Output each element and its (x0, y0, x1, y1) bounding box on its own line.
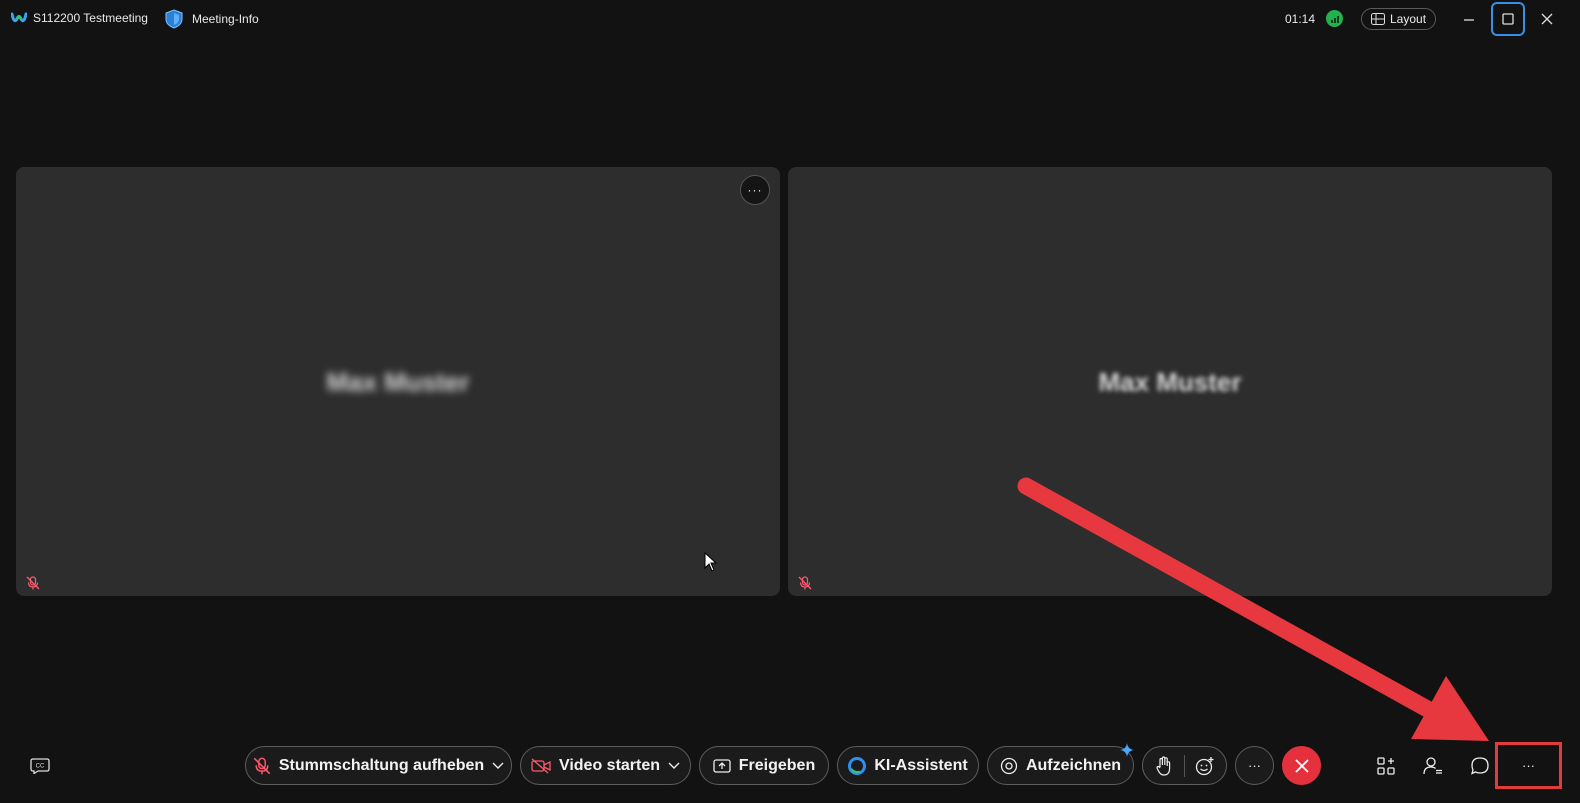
maximize-icon (1502, 13, 1514, 25)
more-icon: ··· (1522, 758, 1535, 773)
reactions-group (1142, 746, 1227, 785)
mic-off-icon (26, 576, 40, 590)
tile-more-button[interactable]: ··· (740, 175, 770, 205)
meeting-info-label: Meeting-Info (192, 12, 259, 26)
minimize-icon (1464, 19, 1474, 21)
ai-assistant-button[interactable]: KI-Assistent (837, 746, 979, 785)
participants-icon (1423, 757, 1442, 775)
apps-button[interactable] (1372, 752, 1400, 780)
mouse-cursor (704, 552, 718, 572)
chevron-down-icon[interactable] (668, 762, 680, 770)
meeting-info-button[interactable]: Meeting-Info (165, 9, 259, 29)
unmute-button[interactable]: Stummschaltung aufheben (245, 746, 512, 785)
ai-assistant-label: KI-Assistent (874, 756, 968, 774)
more-icon: ··· (747, 183, 763, 197)
svg-text:CC: CC (36, 764, 45, 770)
end-call-icon (1294, 758, 1309, 773)
meeting-timer: 01:14 (1285, 12, 1315, 26)
layout-label: Layout (1390, 12, 1427, 26)
participant-name: Max Muster (326, 367, 470, 397)
share-screen-icon (713, 758, 731, 773)
sparkle-icon (1120, 743, 1134, 757)
ai-assistant-icon (848, 756, 867, 775)
participant-name: Max Muster (1098, 367, 1242, 397)
reaction-icon (1196, 756, 1214, 775)
start-video-button[interactable]: Video starten (520, 746, 691, 785)
captions-button[interactable]: CC (26, 752, 54, 780)
apps-icon (1377, 757, 1395, 775)
raise-hand-icon (1155, 755, 1170, 776)
chat-button[interactable] (1466, 752, 1494, 780)
more-icon: ··· (1248, 758, 1261, 773)
share-label: Freigeben (738, 756, 816, 774)
close-window-button[interactable] (1534, 6, 1560, 32)
reactions-button[interactable] (1185, 756, 1226, 776)
elapsed-time: 01:14 (1285, 12, 1316, 26)
participant-tile[interactable]: Max Muster (788, 167, 1552, 596)
close-icon (1541, 13, 1553, 25)
meeting-title: S112200 Testmeeting (33, 11, 148, 25)
end-call-button[interactable] (1282, 746, 1321, 785)
mic-off-icon (798, 576, 812, 590)
record-label: Aufzeichnen (1025, 756, 1122, 774)
more-options-button[interactable]: ··· (1235, 746, 1274, 785)
shield-icon (165, 9, 183, 29)
captions-icon: CC (30, 758, 50, 774)
chat-icon (1470, 757, 1489, 775)
meeting-title-area: S112200 Testmeeting (11, 11, 148, 25)
title-bar: S112200 Testmeeting Meeting-Info 01:14 L… (0, 0, 1580, 38)
raise-hand-button[interactable] (1143, 755, 1184, 776)
layout-grid-icon (1371, 13, 1385, 25)
start-video-label: Video starten (558, 756, 661, 774)
chevron-down-icon[interactable] (492, 762, 504, 770)
participants-button[interactable] (1419, 752, 1447, 780)
webex-logo-icon (11, 12, 27, 23)
layout-button[interactable]: Layout (1361, 8, 1437, 30)
more-menu-button[interactable]: ··· (1495, 742, 1562, 789)
share-button[interactable]: Freigeben (699, 746, 829, 785)
minimize-button[interactable] (1456, 6, 1482, 32)
signal-icon[interactable] (1326, 10, 1343, 27)
video-off-icon (531, 758, 551, 773)
mic-off-icon (253, 757, 271, 774)
record-icon (1000, 757, 1018, 774)
record-button[interactable]: Aufzeichnen (987, 746, 1134, 785)
participant-tile[interactable]: Max Muster ··· (16, 167, 780, 596)
maximize-button[interactable] (1491, 2, 1525, 36)
unmute-label: Stummschaltung aufheben (278, 756, 485, 774)
